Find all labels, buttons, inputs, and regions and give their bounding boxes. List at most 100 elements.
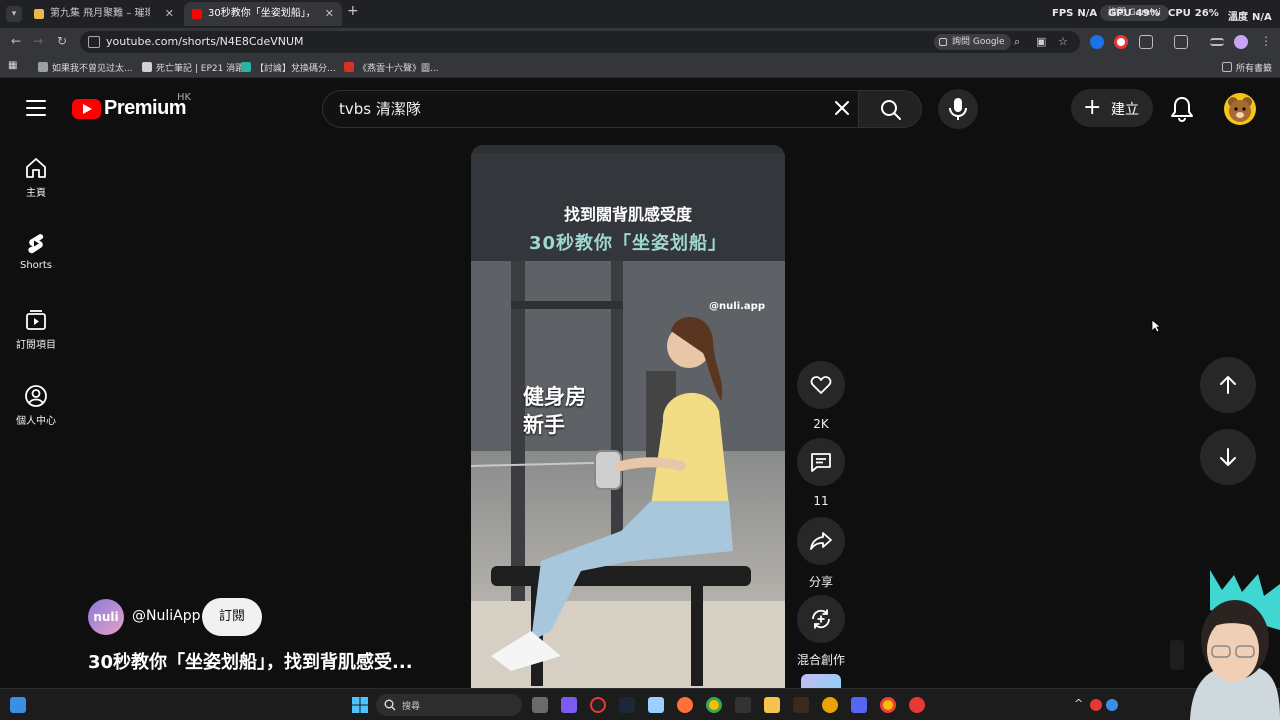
search-box[interactable]	[322, 90, 866, 128]
folder-icon	[1222, 62, 1232, 72]
youtube-play-icon	[72, 99, 101, 119]
tray-icon[interactable]	[1106, 699, 1118, 711]
bookmarks-bar: ▦ 如果我不曾见过太... 死亡筆記 | EP21 消躍 【討論】兌換碼分...…	[0, 56, 1280, 78]
tray-icon[interactable]	[1090, 699, 1102, 711]
close-icon[interactable]: ✕	[165, 2, 174, 26]
tray-chevron-up-icon[interactable]: ^	[1074, 697, 1083, 710]
share-label: 分享	[808, 575, 833, 589]
share-button[interactable]	[797, 517, 845, 565]
video-subheadline: 30秒教你「坐姿划船」	[528, 233, 728, 254]
remix-button[interactable]	[797, 595, 845, 643]
back-arrow-icon[interactable]: ←	[8, 34, 24, 48]
clear-search-icon[interactable]	[830, 96, 854, 120]
close-icon[interactable]: ✕	[325, 2, 334, 26]
youtube-favicon	[192, 9, 202, 19]
channel-avatar[interactable]: nuli	[88, 599, 124, 635]
bookmark-item[interactable]: 《燕雲十六聲》圖...	[344, 61, 439, 74]
like-button[interactable]	[797, 361, 845, 409]
file-explorer-icon[interactable]	[764, 697, 780, 713]
reading-list-icon[interactable]	[1210, 38, 1224, 46]
account-circle-icon	[25, 385, 47, 407]
menu-kebab-icon[interactable]: ⋮	[1258, 34, 1274, 48]
widgets-icon[interactable]	[10, 697, 26, 713]
extension-icon[interactable]	[1090, 35, 1104, 49]
browser-toolbar: ← → ↻ youtube.com/shorts/N4E8CdeVNUM 詢問 …	[0, 28, 1280, 56]
forward-arrow-icon[interactable]: →	[30, 34, 46, 48]
channel-handle[interactable]: @NuliApp	[132, 608, 200, 624]
reload-icon[interactable]: ↻	[54, 34, 70, 48]
video-title[interactable]: 30秒教你「坐姿划船」，找到背肌感受...	[88, 648, 413, 674]
firefox-icon[interactable]	[677, 697, 693, 713]
tab-title: 30秒教你「坐姿划船」，找到背	[208, 8, 310, 19]
teams-icon[interactable]	[561, 697, 577, 713]
discord-icon[interactable]	[851, 697, 867, 713]
sidebar-item-shorts[interactable]: Shorts	[0, 232, 72, 271]
windows-start-icon[interactable]	[352, 697, 368, 713]
next-short-button[interactable]	[1200, 429, 1256, 485]
zoom-icon[interactable]: ⌕	[1014, 35, 1020, 49]
comment-action[interactable]: 11	[797, 438, 845, 508]
voice-search-button[interactable]	[938, 89, 978, 129]
home-icon	[26, 158, 46, 178]
remix-action[interactable]: 混合創作	[797, 595, 845, 668]
obs-icon[interactable]	[590, 697, 606, 713]
game-icon[interactable]	[793, 697, 809, 713]
site-info-icon[interactable]	[88, 36, 100, 48]
profile-icon[interactable]	[1234, 35, 1248, 49]
bookmark-item[interactable]: 【討論】兌換碼分...	[241, 61, 336, 74]
all-bookmarks[interactable]: 所有書籤	[1222, 61, 1272, 74]
new-tab-button[interactable]: +	[347, 3, 359, 19]
share-action[interactable]: 分享	[797, 517, 845, 590]
install-app-icon[interactable]: ▣	[1036, 35, 1046, 48]
tab-2-active[interactable]: 30秒教你「坐姿划船」，找到背 ✕	[184, 2, 342, 26]
ask-google-chip[interactable]: 詢問 Google	[934, 34, 1011, 50]
pokeball-extension-icon[interactable]	[1114, 35, 1128, 49]
url-text[interactable]: youtube.com/shorts/N4E8CdeVNUM	[106, 35, 304, 48]
bookmark-item[interactable]: 如果我不曾见过太...	[38, 61, 133, 74]
task-view-icon[interactable]	[532, 697, 548, 713]
remix-label: 混合創作	[797, 653, 846, 667]
photos-icon[interactable]	[648, 697, 664, 713]
sidebar-item-you[interactable]: 個人中心	[0, 384, 72, 427]
bookmark-item[interactable]: 死亡筆記 | EP21 消躍	[142, 61, 244, 74]
comment-button[interactable]	[797, 438, 845, 486]
chrome-active-icon[interactable]	[880, 697, 896, 713]
sidebar-item-home[interactable]: 主頁	[0, 156, 72, 199]
address-bar[interactable]: youtube.com/shorts/N4E8CdeVNUM 詢問 Google…	[80, 31, 1080, 53]
video-headline: 找到闊背肌感受度	[563, 205, 692, 224]
sidebar-item-subscriptions[interactable]: 訂閱項目	[0, 308, 72, 351]
fps-stat: FPS N/A	[1052, 8, 1098, 19]
notifications-bell-icon[interactable]	[1168, 95, 1196, 123]
shorts-video-player[interactable]: 找到闊背肌感受度 30秒教你「坐姿划船」 @nuli.app 健身房 新手	[471, 145, 785, 690]
create-button[interactable]: + 建立	[1071, 89, 1153, 127]
search-input[interactable]	[339, 99, 819, 117]
search-button[interactable]	[858, 90, 922, 128]
recorder-icon[interactable]	[909, 697, 925, 713]
remix-icon	[812, 609, 830, 629]
account-avatar[interactable]	[1224, 93, 1256, 125]
extensions-puzzle-icon[interactable]	[1139, 35, 1153, 49]
hamburger-menu-icon[interactable]	[26, 100, 46, 116]
bookmark-star-icon[interactable]: ☆	[1058, 35, 1068, 48]
heart-icon	[810, 376, 832, 394]
like-action[interactable]: 2K	[797, 361, 845, 431]
temp-stat: 溫度 N/A	[1228, 12, 1272, 23]
app-icon[interactable]	[735, 697, 751, 713]
apps-grid-icon[interactable]: ▦	[8, 60, 17, 71]
tab-1[interactable]: 第九集 飛月聚難 – 璀璨 ✕	[26, 2, 182, 26]
steam-icon[interactable]	[619, 697, 635, 713]
tab-title: 第九集 飛月聚難 – 璀璨	[50, 8, 150, 19]
tab-favicon	[34, 9, 44, 19]
previous-short-button[interactable]	[1200, 357, 1256, 413]
arrow-up-icon	[1220, 376, 1236, 394]
subscribe-button[interactable]: 訂閱	[202, 598, 262, 636]
taskbar-search[interactable]: 搜尋	[376, 694, 522, 716]
chrome-icon[interactable]	[706, 697, 722, 713]
sidebar-item-label: 主頁	[26, 188, 46, 199]
share-arrow-icon	[810, 532, 832, 550]
tab-groups-icon[interactable]	[1174, 35, 1188, 49]
sound-thumbnail[interactable]	[801, 674, 841, 688]
tab-search-button[interactable]: ▾	[6, 6, 22, 22]
arrow-down-icon	[1220, 448, 1236, 466]
coin-app-icon[interactable]	[822, 697, 838, 713]
